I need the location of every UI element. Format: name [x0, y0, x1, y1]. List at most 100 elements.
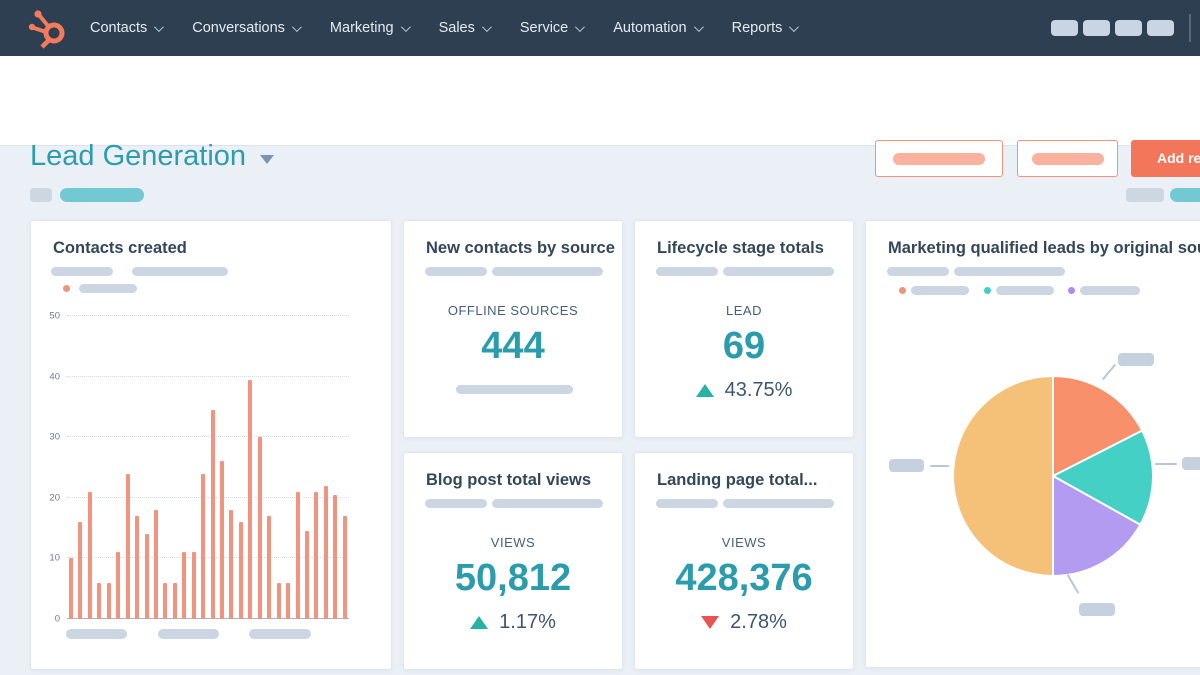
- card-title: Marketing qualified leads by original so…: [888, 239, 1200, 258]
- dashboard-title-dropdown[interactable]: Lead Generation: [30, 140, 274, 173]
- hubspot-logo-icon[interactable]: [24, 6, 70, 52]
- bar: [163, 583, 167, 619]
- nav-item-reports[interactable]: Reports: [732, 20, 797, 36]
- card-title: Lifecycle stage totals: [657, 239, 824, 258]
- pie-slice: [953, 376, 1053, 576]
- pie-label-placeholder: [1182, 457, 1200, 470]
- bar: [314, 492, 318, 619]
- chevron-down-icon: [694, 22, 704, 32]
- add-report-button[interactable]: Add re: [1131, 140, 1200, 177]
- nav-item-label: Reports: [732, 20, 783, 36]
- subtitle-placeholder: [492, 267, 603, 276]
- bar: [286, 583, 290, 619]
- pie-connector-line: [930, 465, 949, 467]
- metric-label: VIEWS: [404, 535, 622, 550]
- trend-up-icon: [696, 384, 714, 397]
- bar: [220, 461, 224, 619]
- card-contacts-created: Contacts created 01020304050: [30, 220, 392, 670]
- bar: [239, 522, 243, 619]
- subtitle-placeholder: [656, 499, 718, 508]
- legend-dot-purple: [1068, 287, 1075, 294]
- pie-chart: [943, 366, 1163, 586]
- nav-item-sales[interactable]: Sales: [439, 20, 489, 36]
- nav-item-automation[interactable]: Automation: [613, 20, 700, 36]
- nav-icon-placeholder[interactable]: [1115, 20, 1142, 36]
- bar: [258, 437, 262, 619]
- card-blog-post-total-views: Blog post total views VIEWS 50,812 1.17%: [403, 452, 623, 670]
- nav-item-marketing[interactable]: Marketing: [330, 20, 408, 36]
- nav-item-service[interactable]: Service: [520, 20, 582, 36]
- card-title: Landing page total...: [657, 471, 817, 490]
- bar-series: [69, 316, 347, 619]
- bar: [277, 583, 281, 619]
- nav-icon-placeholder[interactable]: [1051, 20, 1078, 36]
- nav-item-conversations[interactable]: Conversations: [192, 20, 299, 36]
- chevron-down-icon: [789, 22, 799, 32]
- y-axis-tick-label: 30: [49, 432, 60, 443]
- button-label-placeholder: [1032, 153, 1104, 165]
- metric-label: LEAD: [635, 303, 853, 318]
- bar: [296, 492, 300, 619]
- legend-dot-orange: [899, 287, 906, 294]
- dashboard-filter-teal[interactable]: [1170, 188, 1200, 202]
- y-axis-tick-label: 0: [55, 614, 60, 625]
- nav-utility-icons: [1051, 20, 1174, 36]
- subtitle-placeholder: [656, 267, 718, 276]
- subtitle-placeholder: [425, 499, 487, 508]
- subtitle-placeholder: [51, 267, 113, 276]
- nav-menu: Contacts Conversations Marketing Sales S…: [90, 0, 796, 56]
- chevron-down-icon: [575, 22, 585, 32]
- nav-icon-placeholder[interactable]: [1147, 20, 1174, 36]
- x-axis-label-placeholder: [158, 629, 219, 639]
- header-action-button-2[interactable]: [1017, 140, 1118, 177]
- x-axis-label-placeholder: [66, 629, 127, 639]
- nav-item-label: Automation: [613, 20, 686, 36]
- bar: [211, 410, 215, 619]
- dashboard-filter-placeholder[interactable]: [30, 188, 52, 202]
- bar: [229, 510, 233, 619]
- card-title: New contacts by source: [426, 239, 615, 258]
- delta-row: 1.17%: [404, 611, 622, 634]
- delta-value: 43.75%: [725, 379, 793, 402]
- bar: [173, 583, 177, 619]
- subtitle-placeholder: [425, 267, 487, 276]
- nav-icon-placeholder[interactable]: [1083, 20, 1110, 36]
- metric-label: VIEWS: [635, 535, 853, 550]
- pie-label-placeholder: [1118, 353, 1154, 366]
- bar-chart: 01020304050: [67, 316, 349, 619]
- nav-item-label: Conversations: [192, 20, 285, 36]
- button-label-placeholder: [893, 153, 985, 165]
- legend-dot-teal: [984, 287, 991, 294]
- legend-label-placeholder: [996, 286, 1054, 295]
- metric-value: 69: [635, 325, 853, 368]
- trend-down-icon: [701, 616, 719, 629]
- bar: [267, 516, 271, 619]
- dashboard-page: Contacts Conversations Marketing Sales S…: [0, 0, 1200, 675]
- delta-row: 43.75%: [635, 379, 853, 402]
- bar: [248, 380, 252, 619]
- bar: [305, 531, 309, 619]
- header-action-button-1[interactable]: [875, 140, 1003, 177]
- y-axis-tick-label: 40: [49, 371, 60, 382]
- dashboard-filter-placeholder[interactable]: [1126, 188, 1164, 202]
- chevron-down-icon: [292, 22, 302, 32]
- metric-value: 428,376: [635, 557, 853, 600]
- nav-item-label: Sales: [439, 20, 475, 36]
- chevron-down-icon: [401, 22, 411, 32]
- nav-item-label: Service: [520, 20, 568, 36]
- subtitle-placeholder: [132, 267, 228, 276]
- bar: [126, 474, 130, 619]
- bar: [88, 492, 92, 619]
- dashboard-filter-teal[interactable]: [60, 188, 144, 202]
- pie-connector-line: [1155, 463, 1177, 465]
- bar: [154, 510, 158, 619]
- legend-dot: [63, 285, 70, 292]
- bar: [97, 583, 101, 619]
- subtitle-placeholder: [492, 499, 603, 508]
- card-mql-by-source: Marketing qualified leads by original so…: [865, 220, 1200, 668]
- nav-item-contacts[interactable]: Contacts: [90, 20, 161, 36]
- bar: [107, 583, 111, 619]
- bar: [69, 558, 73, 619]
- bar: [145, 534, 149, 619]
- metric-value: 50,812: [404, 557, 622, 600]
